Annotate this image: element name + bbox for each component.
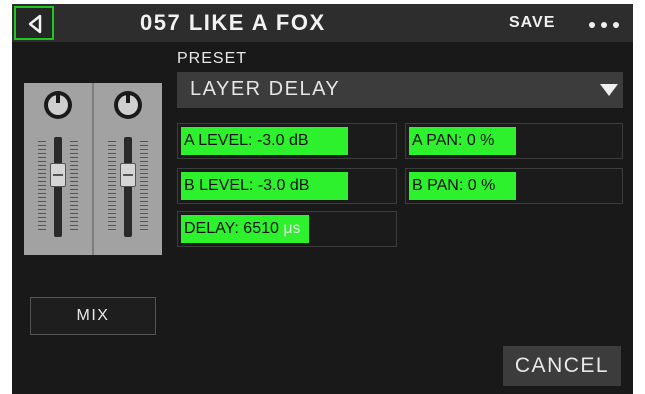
mix-button[interactable]: MIX [30,297,156,335]
mixer-channel-a [24,83,92,255]
b-pan-text: B PAN: 0 % [412,177,496,194]
page-title: 057 LIKE A FOX [140,10,326,35]
a-level-text: A LEVEL: -3.0 dB [184,132,309,149]
preset-value: LAYER DELAY [190,78,341,100]
delay-unit: μs [283,220,301,237]
save-button[interactable]: SAVE [509,14,555,32]
b-pan-param[interactable]: B PAN: 0 % [405,168,623,204]
mixer-graphic [24,83,162,255]
a-level-param[interactable]: A LEVEL: -3.0 dB [177,123,397,159]
top-bar: 057 LIKE A FOX SAVE [12,4,633,42]
delay-text: DELAY: 6510 [184,220,284,237]
mixer-screen: 057 LIKE A FOX SAVE MIX PRESET LAYER DEL… [12,4,633,394]
b-level-param[interactable]: B LEVEL: -3.0 dB [177,168,397,204]
a-pan-text: A PAN: 0 % [412,132,495,149]
cancel-button[interactable]: CANCEL [503,346,621,386]
pan-knob-icon [114,91,142,119]
a-pan-param[interactable]: A PAN: 0 % [405,123,623,159]
pan-knob-icon [44,91,72,119]
delay-param[interactable]: DELAY: 6510 μs [177,211,397,247]
b-level-text: B LEVEL: -3.0 dB [184,177,310,194]
back-button[interactable] [14,6,54,40]
fader-b-handle [120,163,136,187]
preset-dropdown[interactable]: LAYER DELAY [177,72,623,108]
more-dots-icon[interactable] [586,14,622,34]
fader-a-handle [50,163,66,187]
mixer-channel-b [94,83,162,255]
dropdown-arrow-icon [600,84,618,96]
preset-label: PRESET [177,50,248,67]
back-arrow-icon [28,14,42,34]
